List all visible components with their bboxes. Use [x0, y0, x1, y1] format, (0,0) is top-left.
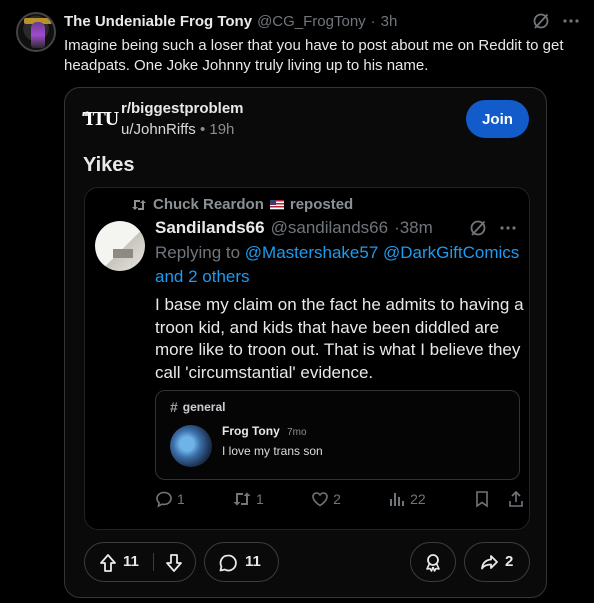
- discord-avatar: [170, 425, 212, 467]
- meta-separator: •: [199, 121, 206, 138]
- grok-slash-icon[interactable]: [532, 12, 550, 30]
- tweet-header-actions: [532, 12, 580, 30]
- avatar-figure: [31, 22, 45, 48]
- discord-message: I love my trans son: [222, 444, 323, 458]
- repost-line: Chuck Reardon reposted: [131, 196, 353, 213]
- vote-divider: [153, 553, 154, 571]
- join-button[interactable]: Join: [466, 100, 529, 138]
- post-title[interactable]: Yikes: [83, 154, 135, 177]
- views-count: 22: [410, 491, 426, 507]
- subreddit-name[interactable]: r/biggestproblem: [121, 100, 244, 117]
- embedded-tweet-actions: 1 1 2 22: [155, 490, 525, 508]
- tweet-time[interactable]: 3h: [381, 13, 398, 30]
- repost-stat-icon: [233, 492, 251, 506]
- embedded-tweet-screenshot[interactable]: Chuck Reardon reposted Sandilands66 @san…: [84, 187, 530, 530]
- post-meta: u/JohnRiffs • 19h: [121, 121, 234, 138]
- bookmark-icon: [476, 491, 488, 508]
- author-handle[interactable]: @CG_FrogTony: [257, 13, 366, 30]
- reddit-action-bar: 11 11 2: [84, 542, 530, 582]
- embedded-repost-stat: 1: [232, 490, 264, 508]
- hash-icon: #: [170, 399, 178, 415]
- downvote-icon[interactable]: [163, 552, 185, 574]
- like-count: 2: [333, 491, 341, 507]
- embedded-time: ·38m: [394, 218, 433, 237]
- embedded-like-stat: 2: [311, 490, 341, 508]
- embedded-tweet-header: Sandilands66 @sandilands66 ·38m: [155, 218, 433, 238]
- discord-time: 7mo: [287, 427, 307, 438]
- tweet-text: Imagine being such a loser that you have…: [64, 37, 564, 74]
- subreddit-logo-small-text: aff: [83, 112, 88, 118]
- repost-count: 1: [256, 491, 264, 507]
- reply-icon: [156, 491, 172, 508]
- reddit-post-card[interactable]: aff ΊTU r/biggestproblem u/JohnRiffs • 1…: [64, 87, 547, 598]
- share-count: 2: [505, 553, 514, 570]
- award-button[interactable]: [410, 542, 456, 582]
- discord-message-screenshot: # general Frog Tony 7mo I love my trans …: [155, 390, 520, 480]
- post-time: 19h: [209, 121, 235, 138]
- author-display-name[interactable]: The Undeniable Frog Tony: [64, 13, 252, 30]
- comment-bubble-icon: [217, 552, 239, 574]
- embedded-header-icons: [469, 219, 517, 237]
- comment-count: 11: [245, 553, 261, 570]
- heart-icon: [312, 492, 328, 507]
- header-separator: ·: [370, 13, 376, 30]
- replying-to-prefix: Replying to: [155, 243, 241, 262]
- tweet-header: The Undeniable Frog Tony @CG_FrogTony · …: [64, 13, 397, 30]
- discord-channel: # general: [170, 399, 225, 415]
- embedded-reply-stat: 1: [155, 490, 185, 508]
- discord-channel-name: general: [182, 400, 226, 414]
- subreddit-logo-text: ΊTU: [83, 108, 119, 130]
- repost-icon: [131, 198, 147, 212]
- views-chart-icon: [390, 493, 405, 506]
- share-icon: [509, 490, 523, 507]
- embedded-bookmark-share: [473, 490, 525, 508]
- subreddit-logo[interactable]: aff ΊTU: [83, 104, 119, 134]
- comments-button[interactable]: 11: [204, 542, 279, 582]
- us-flag-icon: [269, 199, 284, 210]
- award-icon: [422, 551, 444, 573]
- discord-author-line: Frog Tony 7mo: [222, 424, 307, 438]
- embedded-author-avatar: [95, 221, 145, 271]
- reposter-name: Chuck Reardon: [153, 196, 264, 213]
- embedded-more-icon: [499, 219, 517, 237]
- reply-mentions: @Mastershake57 @DarkGiftComics: [244, 243, 520, 262]
- embedded-grok-slash-icon: [469, 219, 487, 237]
- author-avatar[interactable]: [16, 12, 56, 52]
- upvote-icon[interactable]: [97, 552, 119, 574]
- reply-count: 1: [177, 491, 185, 507]
- reply-others: and 2 others: [155, 267, 250, 286]
- replying-to: Replying to @Mastershake57 @DarkGiftComi…: [155, 241, 525, 289]
- upvote-count: 11: [123, 553, 139, 570]
- share-button[interactable]: 2: [464, 542, 530, 582]
- reposted-label: reposted: [289, 196, 354, 213]
- more-options-icon[interactable]: [562, 12, 580, 30]
- discord-author: Frog Tony: [222, 424, 280, 438]
- share-arrow-icon: [478, 552, 500, 574]
- vote-control: 11: [84, 542, 196, 582]
- embedded-views-stat: 22: [388, 490, 426, 508]
- embedded-display-name: Sandilands66: [155, 218, 265, 237]
- embedded-handle: @sandilands66: [270, 218, 389, 237]
- embedded-tweet-body: I base my claim on the fact he admits to…: [155, 295, 524, 382]
- post-author[interactable]: u/JohnRiffs: [121, 121, 196, 138]
